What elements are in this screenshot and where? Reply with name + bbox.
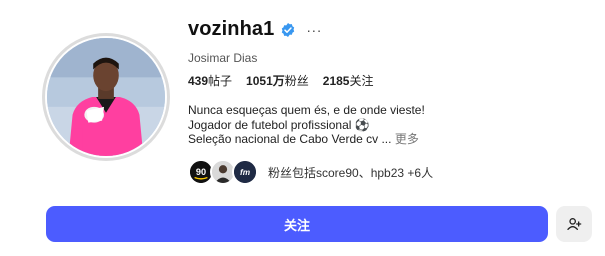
svg-text:fm: fm [240,168,250,177]
posts-label: 帖子 [208,74,233,88]
avatar[interactable] [42,33,170,161]
following-label: 关注 [349,74,374,88]
username: vozinha1 [188,18,275,40]
follow-button[interactable]: 关注 [46,206,548,242]
bio-more-link[interactable]: 更多 [395,132,419,146]
followers-stat[interactable]: 1051万粉丝 [246,72,309,89]
bio: Nunca esqueças quem és, e de onde vieste… [188,103,425,147]
svg-text:90: 90 [196,167,206,177]
bio-line-3: Seleção nacional de Cabo Verde cv ... 更多 [188,132,425,147]
bio-line-3-text: Seleção nacional de Cabo Verde cv ... [188,132,392,146]
suggested-accounts-button[interactable] [556,206,592,242]
hpb23-photo [212,161,234,183]
fm-logo-icon: fm [234,161,256,183]
profile-photo [45,36,167,158]
username-row: vozinha1 ··· [188,18,322,41]
add-person-icon [567,218,582,230]
profile-photo-illustration [47,38,165,156]
bio-line-2: Jogador de futebol profissional ⚽ [188,117,370,132]
posts-stat[interactable]: 439帖子 [188,72,232,89]
third-account-avatar: fm [232,159,258,185]
posts-count: 439 [188,74,209,88]
following-stat[interactable]: 2185关注 [323,72,374,89]
followed-by-row[interactable]: 90 fm 粉丝包括score90、hpb23 +6人 [188,159,433,185]
score90-logo-icon: 90 [190,161,212,183]
followed-by-text: 粉丝包括score90、hpb23 +6人 [268,165,434,180]
followers-label: 粉丝 [284,74,309,88]
more-options-icon[interactable]: ··· [306,23,322,37]
followers-count: 1051万 [246,74,285,88]
verified-badge-icon [282,22,295,37]
following-count: 2185 [322,74,350,88]
bio-line-1: Nunca esqueças quem és, e de onde vieste… [188,103,425,117]
full-name: Josimar Dias [188,51,258,65]
profile-stats: 439帖子 1051万粉丝 2185关注 [188,72,373,89]
follow-button-label: 关注 [283,217,310,233]
